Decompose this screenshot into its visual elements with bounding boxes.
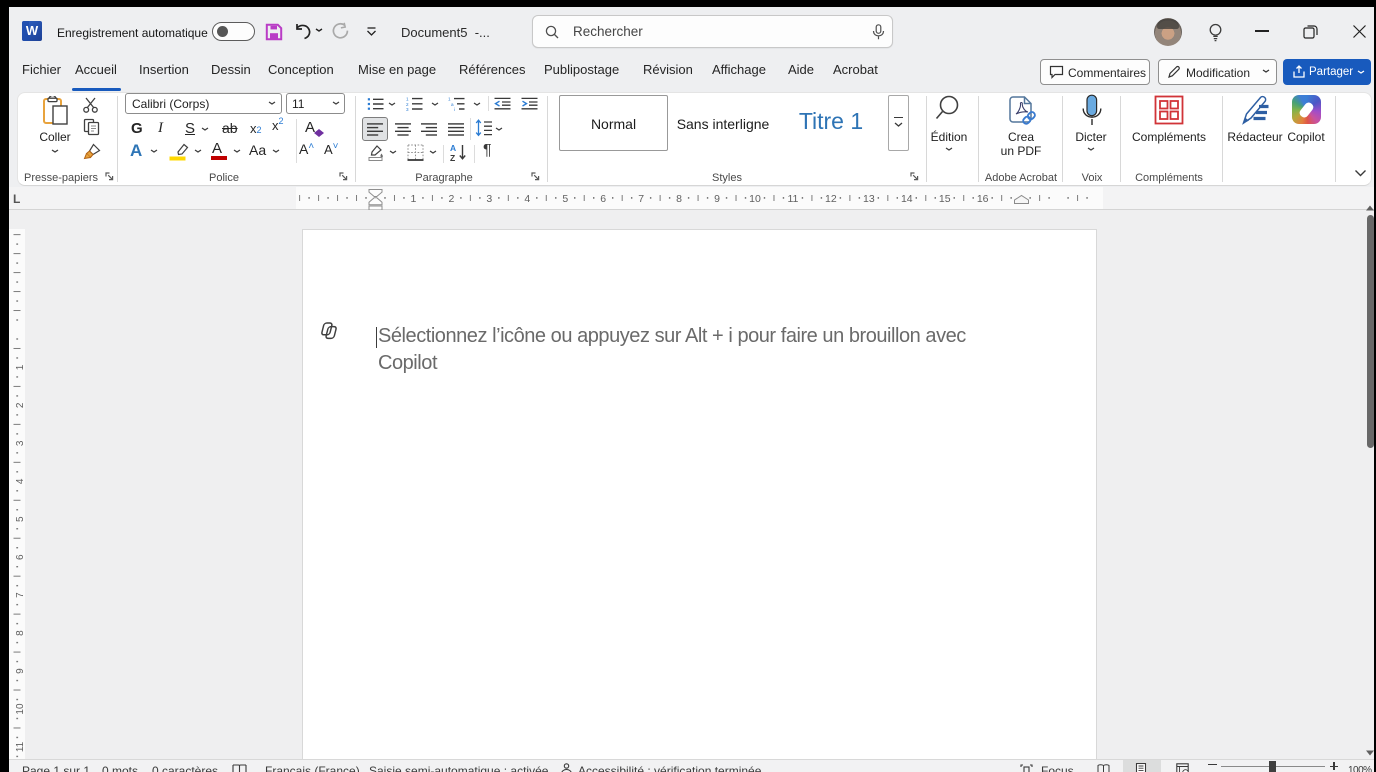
svg-text:9: 9 <box>15 668 26 674</box>
svg-text:10: 10 <box>15 703 26 715</box>
svg-text:5: 5 <box>15 516 26 522</box>
svg-text:2: 2 <box>15 402 26 408</box>
svg-text:7: 7 <box>15 592 26 598</box>
svg-text:6: 6 <box>600 193 606 205</box>
svg-text:12: 12 <box>825 193 837 205</box>
svg-text:6: 6 <box>15 554 26 560</box>
svg-text:4: 4 <box>15 478 26 484</box>
svg-text:14: 14 <box>901 193 913 205</box>
svg-text:1: 1 <box>15 364 26 370</box>
svg-text:i: i <box>454 107 455 111</box>
svg-text:11: 11 <box>787 193 798 205</box>
svg-text:13: 13 <box>863 193 875 205</box>
svg-text:8: 8 <box>676 193 682 205</box>
svg-text:5: 5 <box>562 193 568 205</box>
svg-text:15: 15 <box>939 193 951 205</box>
svg-text:9: 9 <box>714 193 720 205</box>
svg-text:Z: Z <box>450 153 455 162</box>
svg-text:10: 10 <box>749 193 761 205</box>
svg-text:7: 7 <box>638 193 644 205</box>
svg-text:3: 3 <box>15 440 26 446</box>
svg-text:3: 3 <box>486 193 492 205</box>
svg-text:A: A <box>450 143 456 153</box>
svg-text:8: 8 <box>15 630 26 636</box>
svg-text:2: 2 <box>448 193 454 205</box>
svg-text:1: 1 <box>411 193 417 205</box>
svg-text:3: 3 <box>406 107 409 111</box>
svg-text:16: 16 <box>977 193 989 205</box>
svg-text:4: 4 <box>524 193 530 205</box>
svg-text:11: 11 <box>15 741 26 752</box>
